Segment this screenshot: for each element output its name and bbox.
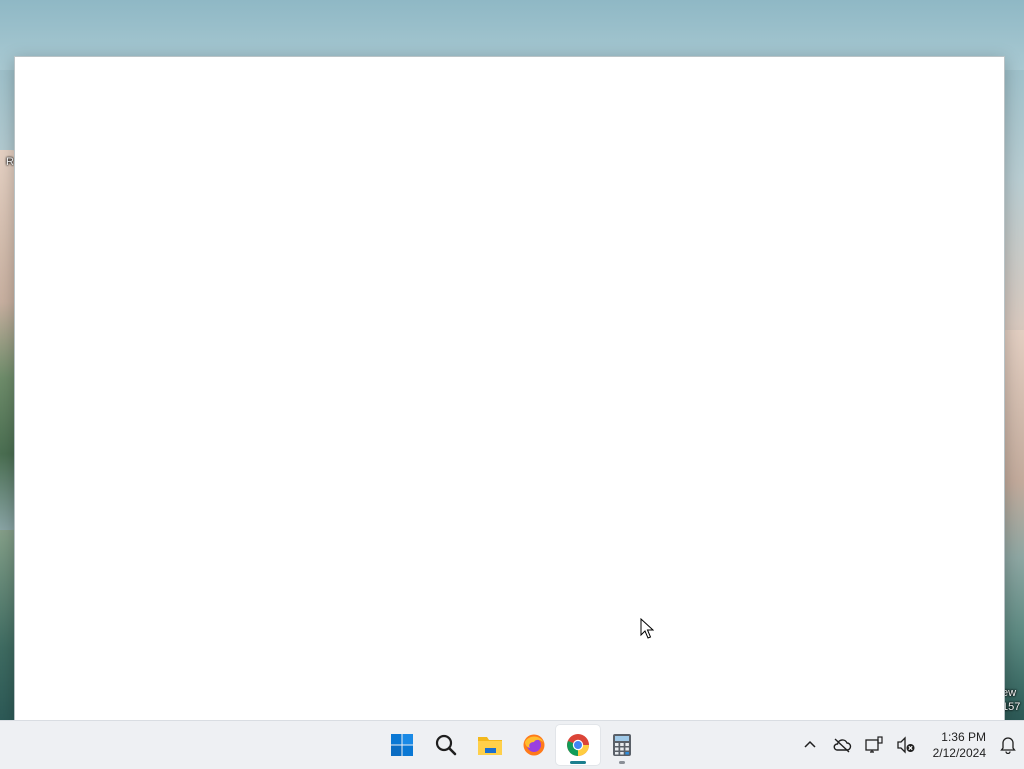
running-app-indicator	[619, 761, 625, 764]
windows-logo-icon	[391, 734, 413, 756]
taskbar: 1:36 PM 2/12/2024	[0, 720, 1024, 769]
volume-muted-icon	[897, 736, 915, 754]
network-icon	[865, 736, 883, 753]
firefox-icon	[523, 734, 545, 756]
calculator-button[interactable]	[600, 725, 644, 765]
desktop-icon-label-left[interactable]: R	[6, 156, 14, 168]
chrome-icon	[567, 734, 589, 756]
mouse-cursor-icon	[640, 618, 654, 639]
start-button[interactable]	[380, 725, 424, 765]
app-window-blank[interactable]	[14, 56, 1005, 722]
onedrive-button[interactable]	[826, 725, 858, 765]
bell-icon	[1000, 737, 1016, 754]
chrome-button[interactable]	[556, 725, 600, 765]
taskbar-clock[interactable]: 1:36 PM 2/12/2024	[922, 729, 992, 761]
search-icon	[435, 734, 457, 756]
calculator-icon	[613, 734, 631, 756]
network-button[interactable]	[858, 725, 890, 765]
clock-time: 1:36 PM	[941, 730, 986, 744]
firefox-button[interactable]	[512, 725, 556, 765]
folder-icon	[478, 737, 502, 755]
file-explorer-button[interactable]	[468, 725, 512, 765]
system-tray: 1:36 PM 2/12/2024	[794, 721, 1024, 769]
active-app-indicator	[570, 761, 586, 764]
search-button[interactable]	[424, 725, 468, 765]
volume-button[interactable]	[890, 725, 922, 765]
clock-date: 2/12/2024	[932, 746, 986, 760]
cloud-offline-icon	[833, 738, 852, 753]
show-hidden-icons-button[interactable]	[794, 725, 826, 765]
chevron-up-icon	[804, 740, 816, 748]
notifications-button[interactable]	[992, 725, 1024, 765]
taskbar-app-group	[380, 721, 644, 769]
